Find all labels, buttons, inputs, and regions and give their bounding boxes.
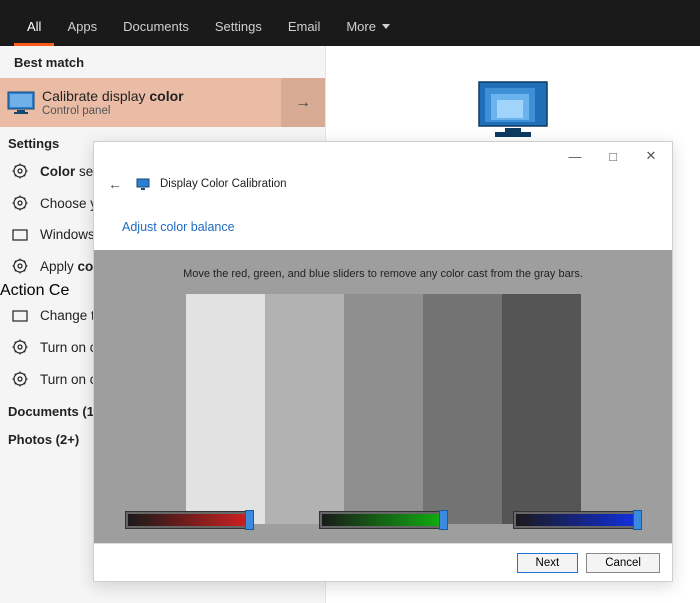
green-gradient (322, 514, 444, 526)
best-match-item[interactable]: Calibrate display color Control panel → (0, 78, 325, 127)
red-slider[interactable] (125, 511, 253, 529)
gray-bar (265, 294, 344, 524)
settings-item-label: Change t (40, 308, 95, 323)
best-match-subtitle: Control panel (42, 105, 281, 117)
calibration-header: ← Display Color Calibration (94, 170, 672, 202)
calibration-window-title: Display Color Calibration (160, 178, 287, 190)
search-tabs-bar: All Apps Documents Settings Email More (0, 0, 700, 46)
display-icon (10, 228, 30, 242)
calibration-window: — □ ✕ ← Display Color Calibration Adjust… (93, 141, 673, 582)
calibration-app-icon (136, 177, 150, 191)
best-match-title-bold: color (149, 88, 183, 104)
back-arrow-icon[interactable]: ← (104, 174, 126, 194)
gear-icon (10, 339, 30, 355)
minimize-button[interactable]: — (556, 142, 594, 170)
slider-thumb[interactable] (439, 510, 448, 530)
calibration-footer: Next Cancel (94, 543, 672, 581)
gray-bar (344, 294, 423, 524)
titlebar: — □ ✕ (94, 142, 672, 170)
next-button[interactable]: Next (517, 553, 579, 573)
blue-slider[interactable] (513, 511, 641, 529)
settings-item-label: Windows (40, 227, 95, 242)
best-match-expand[interactable]: → (281, 78, 325, 127)
gear-icon (10, 163, 30, 179)
settings-item-label: Color set (40, 164, 97, 179)
tab-apps[interactable]: Apps (54, 9, 110, 46)
arrow-right-icon: → (295, 94, 311, 112)
tab-all[interactable]: All (14, 9, 54, 46)
tab-documents[interactable]: Documents (110, 9, 202, 46)
tab-settings[interactable]: Settings (202, 9, 275, 46)
gear-icon (10, 195, 30, 211)
slider-thumb[interactable] (633, 510, 642, 530)
calibration-heading: Adjust color balance (94, 202, 672, 250)
rgb-sliders (125, 511, 641, 529)
gray-bars (186, 294, 581, 524)
red-gradient (128, 514, 250, 526)
close-button[interactable]: ✕ (632, 142, 670, 170)
settings-item-label: Turn on c (40, 372, 97, 387)
gray-bar (423, 294, 502, 524)
blue-gradient (516, 514, 638, 526)
calibration-body: Move the red, green, and blue sliders to… (94, 250, 672, 543)
tab-email[interactable]: Email (275, 9, 334, 46)
section-best-match: Best match (0, 46, 325, 78)
settings-item-label: Turn on c (40, 340, 97, 355)
gear-icon (10, 258, 30, 274)
chevron-down-icon (382, 24, 390, 29)
calibration-instruction: Move the red, green, and blue sliders to… (183, 268, 583, 280)
preview-monitor-icon (473, 76, 553, 146)
tab-more[interactable]: More (333, 9, 403, 46)
gray-bar (502, 294, 581, 524)
gray-bar (186, 294, 265, 524)
gear-icon (10, 371, 30, 387)
tab-more-label: More (346, 19, 376, 34)
settings-item-label: Apply col (40, 259, 97, 274)
green-slider[interactable] (319, 511, 447, 529)
cancel-button[interactable]: Cancel (586, 553, 660, 573)
best-match-title-pre: Calibrate display (42, 88, 149, 104)
settings-item-label: Choose y (40, 196, 97, 211)
best-match-text: Calibrate display color Control panel (42, 88, 281, 117)
monitor-icon (0, 91, 42, 115)
display-icon (10, 309, 30, 323)
slider-thumb[interactable] (245, 510, 254, 530)
maximize-button[interactable]: □ (594, 142, 632, 170)
